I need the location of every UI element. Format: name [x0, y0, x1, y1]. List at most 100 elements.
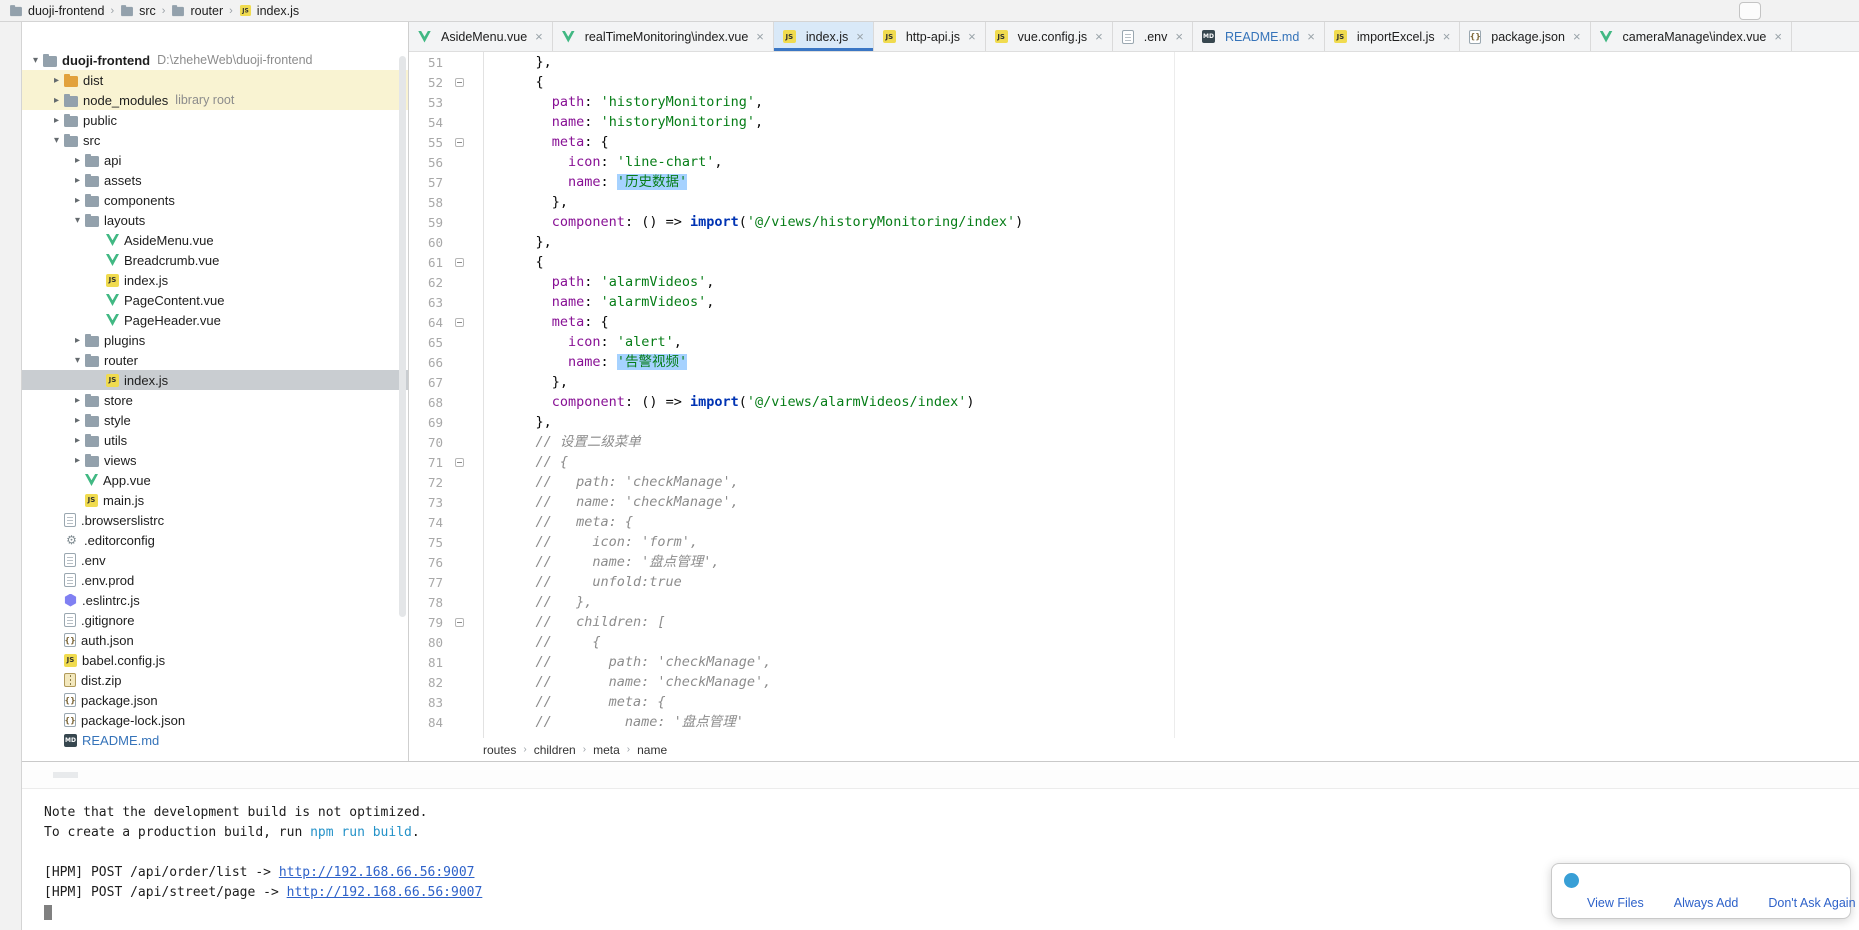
- tree-item-app-vue[interactable]: App.vue: [22, 470, 408, 490]
- line-number[interactable]: 66: [409, 355, 443, 370]
- tree-item-layouts[interactable]: ▾layouts: [22, 210, 408, 230]
- line-number[interactable]: 51: [409, 55, 443, 70]
- chevron-right-icon[interactable]: ▸: [70, 395, 85, 406]
- line-number[interactable]: 55: [409, 135, 443, 150]
- editor-breadcrumb-children[interactable]: children: [534, 743, 576, 757]
- tree-item-editorconfig[interactable]: ⚙.editorconfig: [22, 530, 408, 550]
- editor-gutter[interactable]: 5152535455565758596061626364656667686970…: [409, 52, 484, 738]
- tab-package-json[interactable]: {}package.json×: [1460, 22, 1590, 51]
- tree-item-asidemenu-vue[interactable]: AsideMenu.vue: [22, 230, 408, 250]
- tab-vue-config-js[interactable]: JSvue.config.js×: [986, 22, 1113, 51]
- line-number[interactable]: 65: [409, 335, 443, 350]
- add-configuration-button[interactable]: [1739, 2, 1761, 20]
- terminal-tab-local[interactable]: [53, 772, 78, 778]
- chevron-right-icon[interactable]: ▸: [70, 175, 85, 186]
- fold-marker-icon[interactable]: [455, 138, 464, 147]
- fold-marker-icon[interactable]: [455, 258, 464, 267]
- terminal-link[interactable]: http://192.168.66.56:9007: [287, 885, 483, 900]
- line-number[interactable]: 63: [409, 295, 443, 310]
- line-number[interactable]: 60: [409, 235, 443, 250]
- line-number[interactable]: 83: [409, 695, 443, 710]
- tab-asidemenu-vue[interactable]: AsideMenu.vue×: [409, 22, 553, 51]
- tree-item-assets[interactable]: ▸assets: [22, 170, 408, 190]
- tree-item-dist[interactable]: ▸dist: [22, 70, 408, 90]
- editor-breadcrumb-meta[interactable]: meta: [593, 743, 620, 757]
- chevron-down-icon[interactable]: ▾: [49, 135, 64, 146]
- tree-item-eslintrc-js[interactable]: .eslintrc.js: [22, 590, 408, 610]
- tree-item-plugins[interactable]: ▸plugins: [22, 330, 408, 350]
- tree-item-babel-config-js[interactable]: JSbabel.config.js: [22, 650, 408, 670]
- chevron-right-icon[interactable]: ▸: [49, 95, 64, 106]
- chevron-right-icon[interactable]: ▸: [49, 115, 64, 126]
- tree-item-readme-md[interactable]: MDREADME.md: [22, 730, 408, 750]
- tree-item-gitignore[interactable]: .gitignore: [22, 610, 408, 630]
- chevron-right-icon[interactable]: ▸: [70, 455, 85, 466]
- tree-item-style[interactable]: ▸style: [22, 410, 408, 430]
- line-number[interactable]: 84: [409, 715, 443, 730]
- line-number[interactable]: 76: [409, 555, 443, 570]
- tree-item-components[interactable]: ▸components: [22, 190, 408, 210]
- fold-marker-icon[interactable]: [455, 318, 464, 327]
- chevron-right-icon[interactable]: ▸: [70, 335, 85, 346]
- line-number[interactable]: 56: [409, 155, 443, 170]
- tab-readme-md[interactable]: MDREADME.md×: [1193, 22, 1325, 51]
- tree-item-dist-zip[interactable]: dist.zip: [22, 670, 408, 690]
- notification-action-always-add[interactable]: Always Add: [1674, 896, 1739, 910]
- notification-action-don-t-ask-again[interactable]: Don't Ask Again: [1768, 896, 1855, 910]
- tab-importexcel-js[interactable]: JSimportExcel.js×: [1325, 22, 1460, 51]
- fold-marker-icon[interactable]: [455, 458, 464, 467]
- tab-close-icon[interactable]: ×: [1095, 29, 1103, 44]
- editor[interactable]: 5152535455565758596061626364656667686970…: [409, 52, 1859, 738]
- chevron-right-icon[interactable]: ▸: [70, 155, 85, 166]
- tab-close-icon[interactable]: ×: [1573, 29, 1581, 44]
- line-number[interactable]: 68: [409, 395, 443, 410]
- tree-item-env[interactable]: .env: [22, 550, 408, 570]
- tree-item-public[interactable]: ▸public: [22, 110, 408, 130]
- scrollbar-thumb[interactable]: [399, 56, 406, 617]
- line-number[interactable]: 67: [409, 375, 443, 390]
- tab-close-icon[interactable]: ×: [856, 29, 864, 44]
- tree-item-router[interactable]: ▾router: [22, 350, 408, 370]
- line-number[interactable]: 62: [409, 275, 443, 290]
- tab-close-icon[interactable]: ×: [535, 29, 543, 44]
- line-number[interactable]: 57: [409, 175, 443, 190]
- tree-item-duoji-frontend[interactable]: ▾duoji-frontendD:\zheheWeb\duoji-fronten…: [22, 50, 408, 70]
- tree-item-node-modules[interactable]: ▸node_moduleslibrary root: [22, 90, 408, 110]
- line-number[interactable]: 58: [409, 195, 443, 210]
- breadcrumb-item-src[interactable]: src: [117, 4, 159, 18]
- chevron-right-icon[interactable]: ▸: [49, 75, 64, 86]
- breadcrumb-item-index-js[interactable]: JSindex.js: [236, 4, 302, 18]
- chevron-right-icon[interactable]: ▸: [70, 435, 85, 446]
- line-number[interactable]: 79: [409, 615, 443, 630]
- editor-breadcrumb-routes[interactable]: routes: [483, 743, 516, 757]
- tree-item-breadcrumb-vue[interactable]: Breadcrumb.vue: [22, 250, 408, 270]
- line-number[interactable]: 72: [409, 475, 443, 490]
- project-tree-scrollbar[interactable]: [398, 52, 407, 753]
- line-number[interactable]: 77: [409, 575, 443, 590]
- tab-close-icon[interactable]: ×: [1175, 29, 1183, 44]
- notification-action-view-files[interactable]: View Files: [1587, 896, 1644, 910]
- tree-item-pagecontent-vue[interactable]: PageContent.vue: [22, 290, 408, 310]
- tree-item-package-json[interactable]: {}package.json: [22, 690, 408, 710]
- tab-close-icon[interactable]: ×: [1307, 29, 1315, 44]
- tree-item-store[interactable]: ▸store: [22, 390, 408, 410]
- tree-item-api[interactable]: ▸api: [22, 150, 408, 170]
- line-number[interactable]: 64: [409, 315, 443, 330]
- editor-code[interactable]: }, { path: 'historyMonitoring', name: 'h…: [484, 52, 1859, 738]
- line-number[interactable]: 53: [409, 95, 443, 110]
- line-number[interactable]: 54: [409, 115, 443, 130]
- line-number[interactable]: 73: [409, 495, 443, 510]
- line-number[interactable]: 74: [409, 515, 443, 530]
- chevron-right-icon[interactable]: ▸: [70, 195, 85, 206]
- tree-item-auth-json[interactable]: {}auth.json: [22, 630, 408, 650]
- breadcrumb-item-router[interactable]: router: [168, 4, 226, 18]
- line-number[interactable]: 52: [409, 75, 443, 90]
- tree-item-package-lock-json[interactable]: {}package-lock.json: [22, 710, 408, 730]
- line-number[interactable]: 70: [409, 435, 443, 450]
- tab-close-icon[interactable]: ×: [1443, 29, 1451, 44]
- chevron-down-icon[interactable]: ▾: [70, 215, 85, 226]
- tree-item-index-js[interactable]: JSindex.js: [22, 370, 408, 390]
- line-number[interactable]: 69: [409, 415, 443, 430]
- tab-cameramanage-index-vue[interactable]: cameraManage\index.vue×: [1591, 22, 1792, 51]
- tab-close-icon[interactable]: ×: [968, 29, 976, 44]
